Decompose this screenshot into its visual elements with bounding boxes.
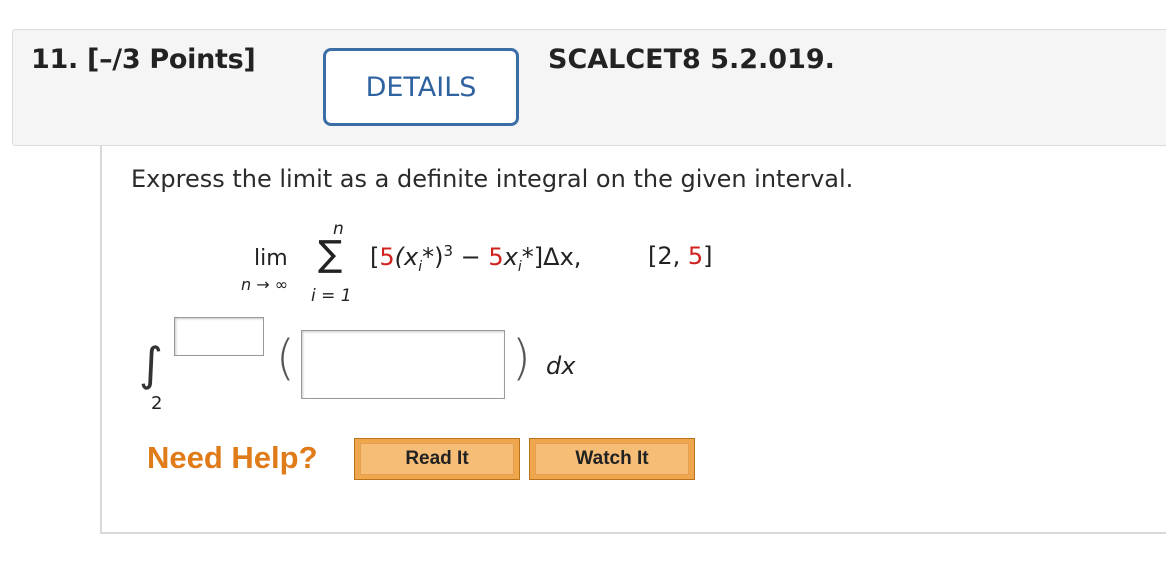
limit-subscript: n → ∞ bbox=[241, 275, 289, 294]
need-help-label: Need Help? bbox=[147, 440, 318, 475]
question-reference: SCALCET8 5.2.019. bbox=[548, 44, 835, 75]
watch-it-label: Watch It bbox=[535, 443, 689, 475]
integral-sign: ∫ bbox=[139, 337, 163, 391]
watch-it-button[interactable]: Watch It bbox=[529, 438, 695, 480]
integral-lower-limit: 2 bbox=[151, 393, 163, 414]
problem-prompt: Express the limit as a definite integral… bbox=[131, 165, 854, 193]
limit-label: lim bbox=[254, 246, 288, 271]
upper-limit-input[interactable] bbox=[174, 317, 264, 356]
right-paren: ) bbox=[512, 330, 531, 386]
details-button-label: DETAILS bbox=[365, 71, 477, 103]
dx-label: dx bbox=[546, 352, 576, 380]
coefficient-1: 5 bbox=[379, 243, 395, 271]
sigma-symbol: ∑ bbox=[318, 234, 343, 275]
read-it-button[interactable]: Read It bbox=[354, 438, 520, 480]
integrand-input[interactable] bbox=[301, 330, 505, 399]
coefficient-2: 5 bbox=[488, 243, 504, 271]
left-paren: ( bbox=[276, 330, 295, 386]
details-button[interactable]: DETAILS bbox=[323, 48, 519, 126]
summand-expression: [5(xi*)3 − 5xi*]Δx, bbox=[370, 242, 582, 275]
interval-upper: 5 bbox=[687, 242, 704, 270]
question-number: 11. [–/3 Points] bbox=[31, 44, 256, 75]
read-it-label: Read It bbox=[360, 443, 514, 475]
interval: [2, 5] bbox=[648, 242, 713, 270]
sum-lower-bound: i = 1 bbox=[311, 286, 352, 306]
